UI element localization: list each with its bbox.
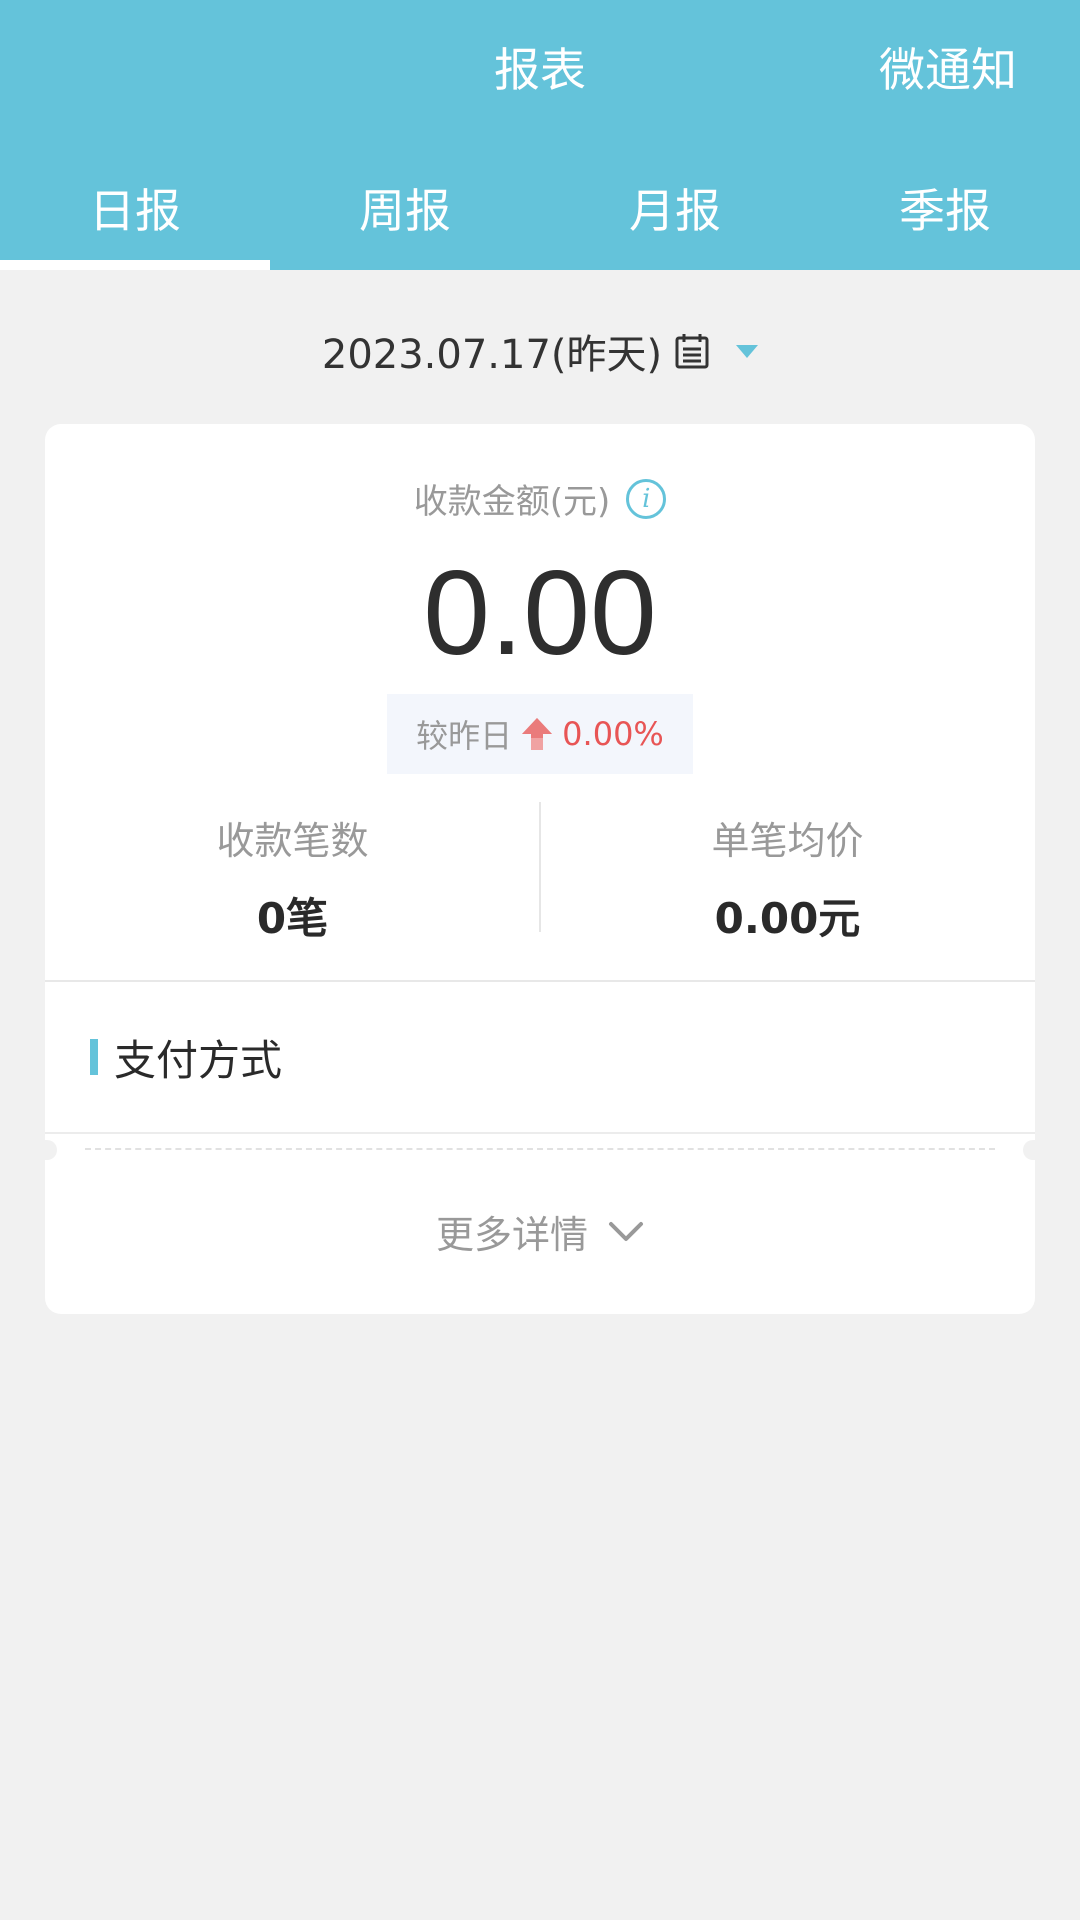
stat-value: 0.00元 <box>714 894 861 943</box>
compare-badge: 较昨日 0.00% <box>387 694 693 774</box>
divider <box>45 1132 1035 1134</box>
notify-button[interactable]: 微通知 <box>879 34 1017 100</box>
amount-label: 收款金额(元) <box>413 482 611 522</box>
dashed-divider <box>85 1148 995 1150</box>
stat-count: 收款笔数 0笔 <box>45 802 540 943</box>
compare-value: 0.00% <box>562 715 664 753</box>
more-details-label: 更多详情 <box>435 1213 588 1257</box>
chevron-down-icon <box>608 1220 644 1244</box>
section-title: 支付方式 <box>114 1035 283 1085</box>
section-accent-bar <box>90 1039 98 1075</box>
app-header: 报表 微通知 日报 周报 月报 季报 <box>0 0 1080 270</box>
tab-quarterly[interactable]: 季报 <box>810 162 1080 270</box>
stat-value: 0笔 <box>256 894 329 943</box>
stat-average: 单笔均价 0.00元 <box>540 802 1035 943</box>
stat-divider <box>539 802 541 932</box>
calendar-icon <box>672 331 712 371</box>
payment-method-section: 支付方式 <box>90 1032 282 1085</box>
caret-down-icon[interactable] <box>736 344 759 358</box>
up-arrow-icon <box>520 716 554 752</box>
date-selector[interactable]: 2023.07.17(昨天) <box>0 322 1080 380</box>
stat-label: 收款笔数 <box>216 819 369 863</box>
tab-daily[interactable]: 日报 <box>0 162 270 270</box>
card-notch-right <box>1023 1140 1039 1160</box>
stats-row: 收款笔数 0笔 单笔均价 0.00元 <box>45 802 1035 943</box>
stat-label: 单笔均价 <box>711 819 864 863</box>
more-details-button[interactable]: 更多详情 <box>45 1204 1035 1259</box>
report-card: 收款金额(元) i 0.00 较昨日 0.00% 收款笔数 0笔 单笔均价 0.… <box>41 424 1039 1314</box>
report-tabs: 日报 周报 月报 季报 <box>0 162 1080 270</box>
tab-weekly[interactable]: 周报 <box>270 162 540 270</box>
card-notch-left <box>41 1140 57 1160</box>
amount-value: 0.00 <box>423 546 657 680</box>
date-value: 2023.07.17(昨天) <box>321 332 663 378</box>
info-icon[interactable]: i <box>626 478 667 519</box>
compare-label: 较昨日 <box>416 717 513 755</box>
tab-monthly[interactable]: 月报 <box>540 162 810 270</box>
amount-label-row: 收款金额(元) i <box>45 474 1035 523</box>
divider <box>45 980 1035 982</box>
